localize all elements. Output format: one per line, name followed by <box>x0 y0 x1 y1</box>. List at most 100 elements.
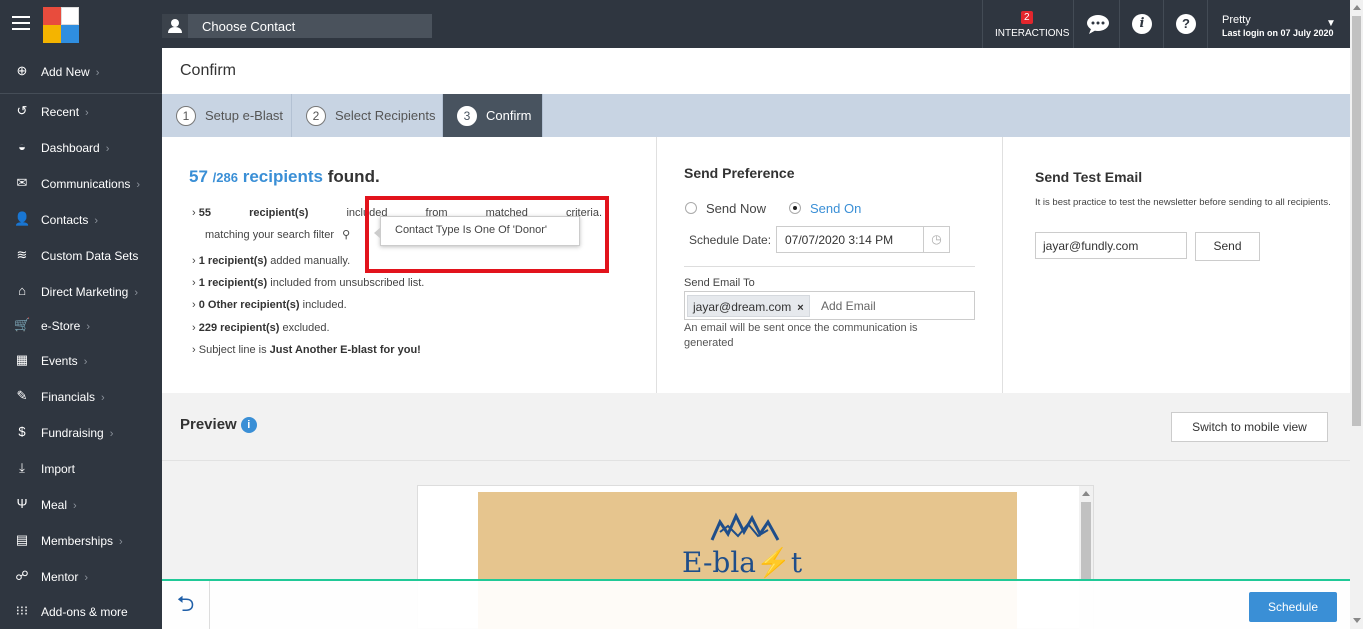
subject-text: Just Another E-blast for you! <box>269 344 421 356</box>
other-line: › 0 Other recipient(s) included. <box>192 299 347 311</box>
found-label: found. <box>327 167 380 186</box>
step-number: 1 <box>176 106 196 126</box>
recipients-summary: 57 /286 recipients found. › 55 recipient… <box>162 137 656 393</box>
page-title: Confirm <box>180 62 237 79</box>
chat-button[interactable] <box>1073 0 1119 48</box>
sidebar-item-e-store[interactable]: 🛒 e-Store › <box>0 311 162 339</box>
sidebar-item-custom-data-sets[interactable]: ≋ Custom Data Sets <box>0 241 162 269</box>
send-test-email-title: Send Test Email <box>1035 169 1143 185</box>
back-arrow-icon: ⮌ <box>176 591 195 616</box>
top-bar: Choose Contact 2 INTERACTIONS i ? Pretty… <box>0 0 1350 48</box>
schedule-button[interactable]: Schedule <box>1249 592 1337 622</box>
sidebar-item-financials[interactable]: ✎ Financials › <box>0 382 162 410</box>
send-on-label[interactable]: Send On <box>810 201 861 216</box>
preview-header: Preview i Switch to mobile view <box>162 393 1350 461</box>
banner-title: E-bla⚡t <box>682 546 803 579</box>
criteria-text: matching your search filter <box>205 229 334 241</box>
sidebar-item-add-ons[interactable]: ⁝⁝⁝ Add-ons & more <box>0 597 162 625</box>
excluded-line: › 229 recipient(s) excluded. <box>192 322 330 334</box>
step-setup-e-blast[interactable]: 1 Setup e-Blast <box>162 94 292 137</box>
chat-icon <box>1087 15 1109 34</box>
sidebar-item-fundraising[interactable]: $ Fundraising › <box>0 418 162 446</box>
other-count: 0 Other recipient(s) <box>198 299 300 311</box>
sidebar-item-contacts[interactable]: 👤 Contacts › <box>0 205 162 233</box>
interactions-label: INTERACTIONS <box>995 28 1070 39</box>
sidebar-item-add-new[interactable]: ⊕ Add New › <box>0 57 162 85</box>
step-number: 2 <box>306 106 326 126</box>
sidebar-item-direct-marketing[interactable]: ⌂ Direct Marketing › <box>0 277 162 305</box>
contact-icon <box>162 14 188 38</box>
bottom-action-bar: ⮌ Schedule <box>162 579 1350 629</box>
send-email-to-field[interactable]: jayar@dream.com × Add Email <box>684 291 975 320</box>
scroll-up-icon[interactable] <box>1353 5 1361 10</box>
sidebar-item-meal[interactable]: Ψ Meal › <box>0 490 162 518</box>
page-scrollbar[interactable] <box>1350 0 1363 629</box>
step-confirm[interactable]: 3 Confirm <box>443 94 543 137</box>
cart-icon: 🛒 <box>14 317 31 332</box>
envelope-icon: ✉ <box>16 175 28 190</box>
criteria-count: 55 <box>198 207 211 219</box>
scroll-up-icon[interactable] <box>1082 491 1090 496</box>
chevron-right-icon: › <box>85 107 89 119</box>
sidebar-item-label: Recent <box>41 105 80 119</box>
criteria-word: recipient(s) <box>249 207 309 219</box>
chevron-right-icon: › <box>86 321 91 333</box>
send-on-radio[interactable] <box>789 202 801 214</box>
menu-icon[interactable] <box>12 16 30 30</box>
manual-count: 1 recipient(s) <box>198 255 268 267</box>
sidebar-item-mentor[interactable]: ☍ Mentor › <box>0 562 162 590</box>
info-button[interactable]: i <box>1119 0 1163 48</box>
excluded-count: 229 recipient(s) <box>198 322 280 334</box>
preview-scroll-thumb[interactable] <box>1081 502 1091 580</box>
back-button[interactable]: ⮌ <box>162 581 210 629</box>
filter-tooltip: Contact Type Is One Of 'Donor' <box>374 216 580 246</box>
manual-line: › 1 recipient(s) added manually. <box>192 255 351 267</box>
step-select-recipients[interactable]: 2 Select Recipients <box>292 94 443 137</box>
schedule-date-input[interactable]: 07/07/2020 3:14 PM ◷ <box>776 226 950 253</box>
clock-icon[interactable]: ◷ <box>923 227 949 252</box>
page-scroll-thumb[interactable] <box>1352 16 1361 426</box>
mentor-icon: ☍ <box>15 568 29 583</box>
chevron-right-icon: › <box>119 536 123 548</box>
search-icon[interactable]: ⚲ <box>342 229 350 241</box>
email-chip-text: jayar@dream.com <box>693 300 792 314</box>
fork-knife-icon: Ψ <box>16 496 28 511</box>
last-login: Last login on 07 July 2020 <box>1222 28 1334 38</box>
switch-mobile-view-button[interactable]: Switch to mobile view <box>1171 412 1328 442</box>
home-icon: ⌂ <box>18 283 26 298</box>
sidebar-item-label: Meal <box>41 498 68 512</box>
step-label: Select Recipients <box>335 108 436 123</box>
send-now-radio[interactable] <box>685 202 697 214</box>
choose-contact-field[interactable]: Choose Contact <box>162 14 432 38</box>
sidebar: ⊕ Add New › ↺ Recent › ◒ Dashboard › ✉ Comm… <box>0 48 162 629</box>
choose-contact-label: Choose Contact <box>202 19 296 34</box>
user-icon: 👤 <box>14 211 31 226</box>
sidebar-item-events[interactable]: ▦ Events › <box>0 346 162 374</box>
send-preference-panel: Send Preference Send Now Send On Schedul… <box>656 137 1002 393</box>
plus-circle-icon: ⊕ <box>16 63 28 78</box>
sidebar-item-import[interactable]: ⤓ Import <box>0 454 162 482</box>
send-now-label[interactable]: Send Now <box>706 201 766 216</box>
test-email-input[interactable]: jayar@fundly.com <box>1035 232 1187 259</box>
add-email-input[interactable]: Add Email <box>821 299 876 313</box>
sidebar-item-memberships[interactable]: ▤ Memberships › <box>0 526 162 554</box>
sidebar-item-label: Memberships <box>41 534 114 548</box>
schedule-date-label: Schedule Date: <box>689 233 772 247</box>
id-card-icon: ▤ <box>15 532 29 547</box>
send-email-to-label: Send Email To <box>684 277 755 289</box>
sidebar-item-dashboard[interactable]: ◒ Dashboard › <box>0 133 162 161</box>
user-name: Pretty <box>1222 14 1251 26</box>
calendar-icon: ▦ <box>15 352 29 367</box>
interactions-button[interactable]: 2 INTERACTIONS <box>982 0 1072 48</box>
main-content: Confirm 1 Setup e-Blast 2 Select Recipie… <box>162 48 1350 629</box>
user-menu[interactable]: Pretty Last login on 07 July 2020 ▼ <box>1207 0 1350 48</box>
send-test-button[interactable]: Send <box>1195 232 1260 261</box>
criteria-line-2: matching your search filter ⚲ <box>205 228 350 241</box>
scroll-down-icon[interactable] <box>1353 618 1361 623</box>
help-button[interactable]: ? <box>1163 0 1207 48</box>
remove-chip-icon[interactable]: × <box>797 302 803 314</box>
app-logo[interactable] <box>43 7 79 43</box>
info-icon[interactable]: i <box>240 417 257 433</box>
sidebar-item-communications[interactable]: ✉ Communications › <box>0 169 162 197</box>
sidebar-item-recent[interactable]: ↺ Recent › <box>0 97 162 125</box>
